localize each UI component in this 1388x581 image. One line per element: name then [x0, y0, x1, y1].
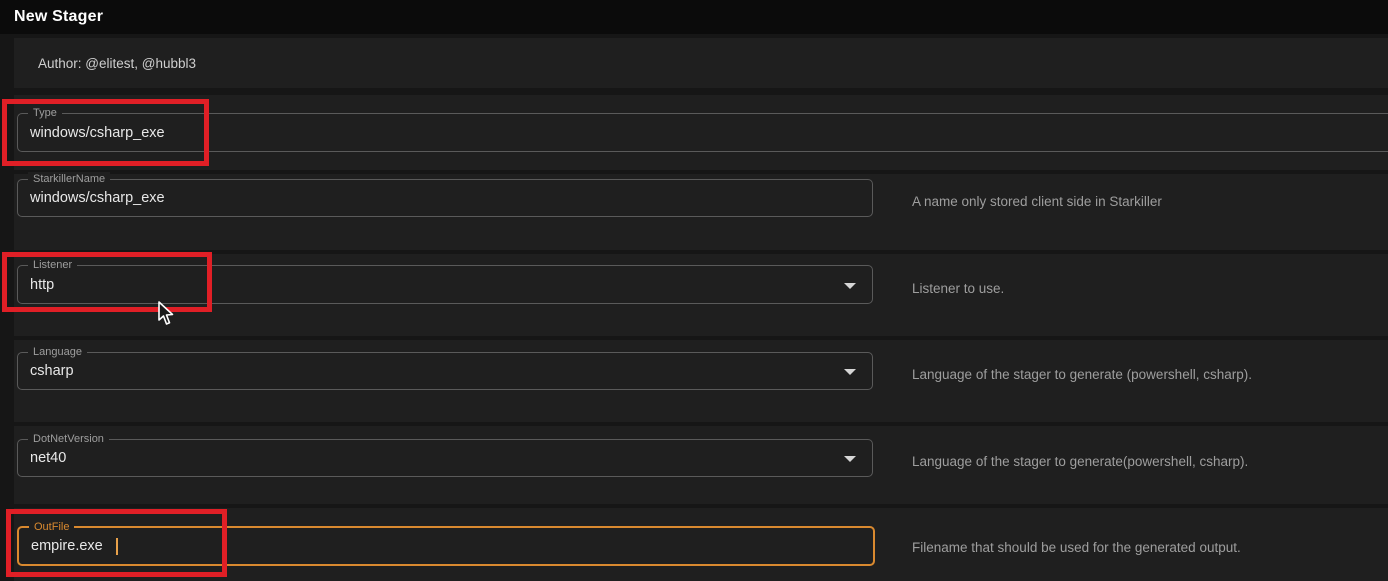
author-panel: Author: @elitest, @hubbl3	[14, 38, 1388, 88]
starkillername-field[interactable]: StarkillerName windows/csharp_exe	[17, 179, 873, 217]
listener-select-value: http	[18, 277, 66, 293]
listener-select[interactable]: Listener http	[17, 265, 873, 304]
outfile-field-value: empire.exe	[19, 538, 115, 554]
type-field-label: Type	[28, 106, 62, 120]
listener-select-label: Listener	[28, 258, 77, 272]
text-caret	[116, 538, 118, 555]
page-title: New Stager	[14, 8, 103, 26]
author-text: Author: @elitest, @hubbl3	[38, 56, 196, 71]
language-helper-text: Language of the stager to generate (powe…	[912, 367, 1252, 382]
dotnetversion-select-value: net40	[18, 450, 78, 466]
dotnetversion-select[interactable]: DotNetVersion net40	[17, 439, 873, 477]
language-select[interactable]: Language csharp	[17, 352, 873, 390]
dropdown-caret-icon	[844, 283, 856, 289]
language-select-label: Language	[28, 345, 87, 359]
outfile-helper-text: Filename that should be used for the gen…	[912, 540, 1241, 555]
dropdown-caret-icon	[844, 369, 856, 375]
listener-helper-text: Listener to use.	[912, 281, 1004, 296]
dotnetversion-helper-text: Language of the stager to generate(power…	[912, 454, 1248, 469]
dotnetversion-select-label: DotNetVersion	[28, 432, 109, 446]
language-select-value: csharp	[18, 363, 86, 379]
outfile-field[interactable]: OutFile empire.exe	[17, 526, 875, 566]
new-stager-page: New Stager Author: @elitest, @hubbl3 Typ…	[0, 0, 1388, 581]
page-header: New Stager	[0, 0, 1388, 34]
dropdown-caret-icon	[844, 456, 856, 462]
starkillername-field-value: windows/csharp_exe	[18, 190, 177, 206]
type-field[interactable]: Type windows/csharp_exe	[17, 113, 1388, 152]
type-field-value: windows/csharp_exe	[18, 125, 177, 141]
starkillername-helper-text: A name only stored client side in Starki…	[912, 194, 1162, 209]
outfile-field-label: OutFile	[29, 520, 74, 534]
starkillername-field-label: StarkillerName	[28, 172, 110, 186]
